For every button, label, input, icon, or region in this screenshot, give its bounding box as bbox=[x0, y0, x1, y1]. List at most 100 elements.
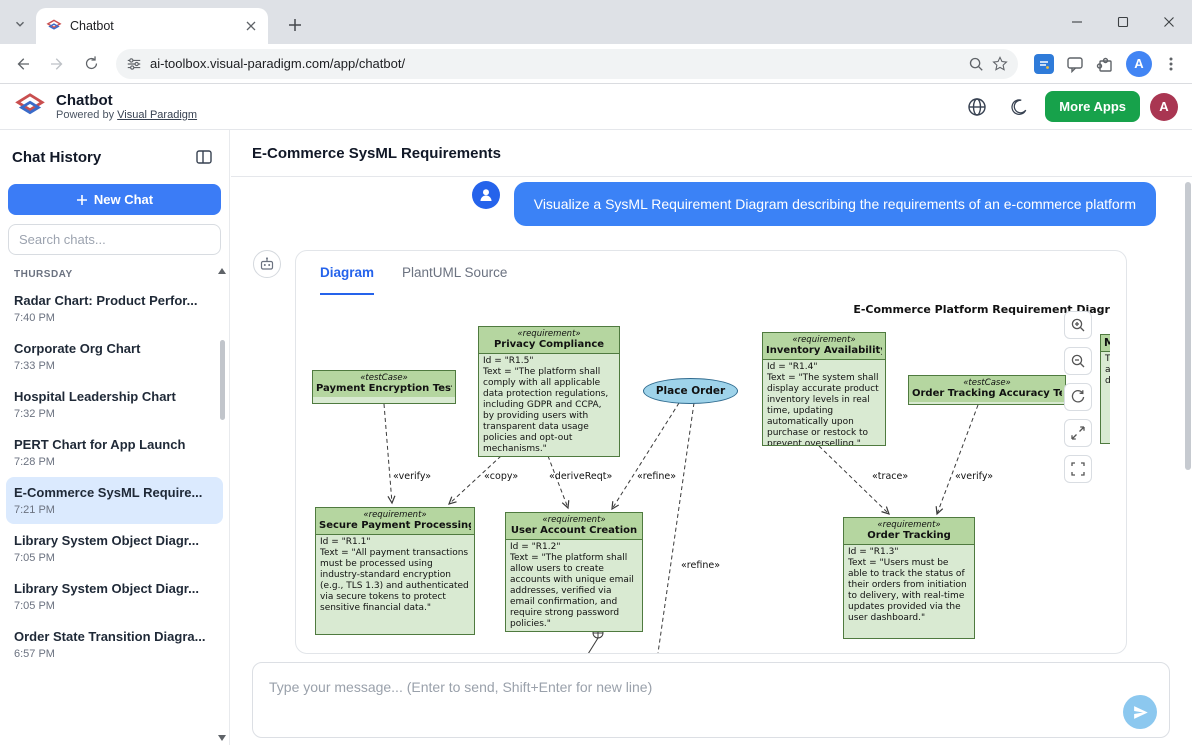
bookmark-star-icon[interactable] bbox=[992, 56, 1008, 72]
visual-paradigm-link[interactable]: Visual Paradigm bbox=[117, 109, 197, 121]
expand-icon bbox=[1070, 425, 1086, 441]
chat-history-item[interactable]: PERT Chart for App Launch 7:28 PM bbox=[6, 429, 223, 476]
edge-label-verify: «verify» bbox=[393, 471, 431, 482]
globe-icon bbox=[967, 97, 987, 117]
tab-plantuml-source[interactable]: PlantUML Source bbox=[402, 251, 507, 295]
site-settings-icon[interactable] bbox=[126, 56, 142, 72]
app-profile-avatar[interactable]: A bbox=[1150, 93, 1178, 121]
chat-item-title: Library System Object Diagr... bbox=[14, 581, 215, 596]
window-controls bbox=[1054, 0, 1192, 44]
browser-menu-kebab-icon[interactable] bbox=[1164, 56, 1178, 72]
node-name-fragment: M bbox=[1104, 337, 1110, 349]
browser-tab[interactable]: Chatbot bbox=[36, 8, 268, 44]
node-text: Text = "The platform shall comply with a… bbox=[483, 367, 615, 455]
url-text[interactable]: ai-toolbox.visual-paradigm.com/app/chatb… bbox=[150, 56, 960, 71]
node-stereotype: «testCase» bbox=[316, 373, 452, 383]
zoom-out-button[interactable] bbox=[1064, 347, 1092, 375]
chevron-down-icon bbox=[13, 17, 27, 31]
tab-search-button[interactable] bbox=[8, 12, 32, 36]
person-icon bbox=[478, 187, 494, 203]
browser-window: Chatbot bbox=[0, 0, 1192, 745]
edge-label-refine: «refine» bbox=[637, 471, 676, 482]
zoom-in-button[interactable] bbox=[1064, 311, 1092, 339]
forward-arrow-icon bbox=[48, 55, 66, 73]
chat-history-sidebar: Chat History New Chat THURSDAY Radar Cha… bbox=[0, 130, 230, 745]
send-button[interactable] bbox=[1123, 695, 1157, 729]
new-chat-button[interactable]: New Chat bbox=[8, 184, 221, 215]
new-tab-button[interactable] bbox=[282, 12, 308, 38]
tab-diagram[interactable]: Diagram bbox=[320, 251, 374, 295]
chat-item-title: Radar Chart: Product Perfor... bbox=[14, 293, 215, 308]
more-apps-button[interactable]: More Apps bbox=[1045, 91, 1140, 122]
reload-button[interactable] bbox=[76, 49, 106, 79]
chat-history-item[interactable]: Radar Chart: Product Perfor... 7:40 PM bbox=[6, 285, 223, 332]
tab-title: Chatbot bbox=[70, 19, 234, 33]
chat-item-time: 7:28 PM bbox=[14, 456, 215, 468]
chat-history-item[interactable]: Hospital Leadership Chart 7:32 PM bbox=[6, 381, 223, 428]
reset-view-button[interactable] bbox=[1064, 383, 1092, 411]
node-id: Id = "R1.1" bbox=[320, 537, 470, 548]
diagram-node-payment-encryption-test: «testCase» Payment Encryption Test bbox=[312, 370, 456, 404]
window-close-button[interactable] bbox=[1146, 0, 1192, 44]
plus-icon bbox=[76, 194, 88, 206]
app-title: Chatbot bbox=[56, 92, 197, 109]
chat-item-title: Corporate Org Chart bbox=[14, 341, 215, 356]
back-button[interactable] bbox=[8, 49, 38, 79]
window-minimize-button[interactable] bbox=[1054, 0, 1100, 44]
diagram-zoom-controls bbox=[1064, 311, 1092, 483]
diagram-node-privacy-compliance: «requirement» Privacy Compliance Id = "R… bbox=[478, 326, 620, 457]
panel-collapse-icon bbox=[195, 148, 213, 166]
chat-item-time: 7:40 PM bbox=[14, 312, 215, 324]
window-maximize-button[interactable] bbox=[1100, 0, 1146, 44]
history-section-label: THURSDAY bbox=[0, 255, 229, 284]
diagram-node-secure-payment-processing: «requirement» Secure Payment Processing … bbox=[315, 507, 475, 635]
extensions-puzzle-icon[interactable] bbox=[1096, 55, 1114, 73]
toolbar-right: A bbox=[1028, 51, 1184, 77]
node-stereotype: «testCase» bbox=[912, 378, 1062, 388]
chat-main: E-Commerce SysML Requirements Visualize … bbox=[231, 130, 1192, 745]
extension-icon-blue[interactable] bbox=[1034, 54, 1054, 74]
diagram-node-order-tracking-accuracy-test: «testCase» Order Tracking Accuracy Test bbox=[908, 375, 1066, 405]
browser-toolbar: ai-toolbox.visual-paradigm.com/app/chatb… bbox=[0, 44, 1192, 84]
chat-history-item[interactable]: Order State Transition Diagra... 6:57 PM bbox=[6, 621, 223, 668]
forward-button[interactable] bbox=[42, 49, 72, 79]
chat-history-item[interactable]: Library System Object Diagr... 7:05 PM bbox=[6, 573, 223, 620]
chat-item-time: 7:05 PM bbox=[14, 552, 215, 564]
chat-history-item[interactable]: Corporate Org Chart 7:33 PM bbox=[6, 333, 223, 380]
chat-item-time: 7:32 PM bbox=[14, 408, 215, 420]
sidebar-scrollbar[interactable] bbox=[220, 340, 225, 420]
sidebar-scroll-up-arrow[interactable] bbox=[218, 268, 226, 274]
user-avatar bbox=[472, 181, 500, 209]
chat-item-time: 7:05 PM bbox=[14, 600, 215, 612]
sidebar-scroll-down-arrow[interactable] bbox=[218, 735, 226, 741]
message-input[interactable] bbox=[253, 663, 1169, 737]
diagram-node-inventory-availability: «requirement» Inventory Availability Id … bbox=[762, 332, 886, 446]
diagram-canvas[interactable]: E-Commerce Platform Requirement Diagr bbox=[306, 297, 1110, 654]
conversation-titlebar: E-Commerce SysML Requirements bbox=[231, 130, 1192, 177]
node-id: Id = "R1.2" bbox=[510, 542, 638, 553]
fit-expand-button[interactable] bbox=[1064, 419, 1092, 447]
address-bar[interactable]: ai-toolbox.visual-paradigm.com/app/chatb… bbox=[116, 49, 1018, 79]
browser-profile-avatar[interactable]: A bbox=[1126, 51, 1152, 77]
node-name: Order Tracking Accuracy Test bbox=[912, 388, 1062, 400]
visual-paradigm-logo-icon bbox=[14, 93, 46, 121]
language-globe-button[interactable] bbox=[961, 91, 993, 123]
fullscreen-icon bbox=[1070, 461, 1086, 477]
page-scrollbar[interactable] bbox=[1185, 182, 1191, 470]
search-chats-input[interactable] bbox=[8, 224, 221, 255]
chat-item-time: 6:57 PM bbox=[14, 648, 215, 660]
dark-mode-button[interactable] bbox=[1003, 91, 1035, 123]
diagram-node-order-tracking: «requirement» Order Tracking Id = "R1.3"… bbox=[843, 517, 975, 639]
zoom-page-icon[interactable] bbox=[968, 56, 984, 72]
edge-label-verify-2: «verify» bbox=[955, 471, 993, 482]
send-plane-icon bbox=[1132, 704, 1149, 721]
chat-history-item[interactable]: Library System Object Diagr... 7:05 PM bbox=[6, 525, 223, 572]
collapse-sidebar-button[interactable] bbox=[191, 144, 217, 170]
chat-bubble-icon[interactable] bbox=[1066, 55, 1084, 73]
chat-history-item-selected[interactable]: E-Commerce SysML Require... 7:21 PM bbox=[6, 477, 223, 524]
moon-icon bbox=[1010, 98, 1028, 116]
chat-item-title: PERT Chart for App Launch bbox=[14, 437, 215, 452]
powered-by-text: Powered by Visual Paradigm bbox=[56, 109, 197, 122]
fullscreen-button[interactable] bbox=[1064, 455, 1092, 483]
tab-close-icon[interactable] bbox=[242, 17, 260, 35]
